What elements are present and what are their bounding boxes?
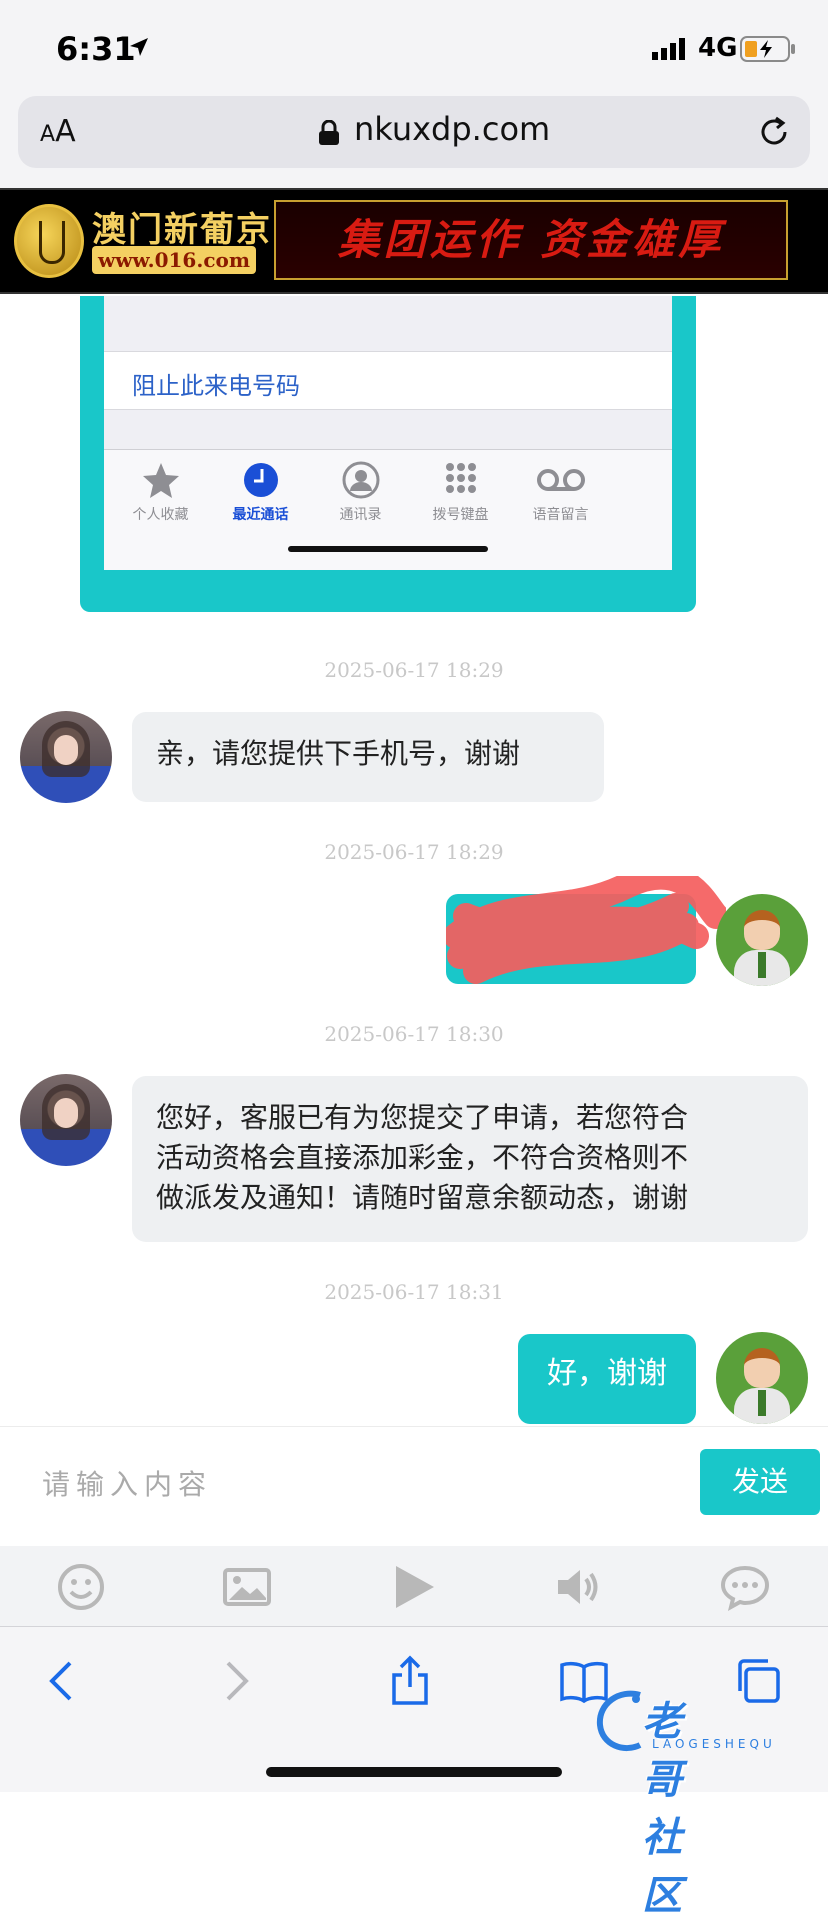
message-timestamp: 2025-06-17 18:31 xyxy=(324,1280,504,1304)
user-avatar[interactable] xyxy=(716,894,808,986)
screenshot-home-indicator xyxy=(288,546,488,552)
clock-icon xyxy=(243,463,278,497)
banner-slogan: 集团运作 资金雄厚 xyxy=(337,215,725,264)
star-icon xyxy=(142,463,179,498)
block-caller-row: 阻止此来电号码 xyxy=(104,352,672,410)
reload-icon[interactable] xyxy=(756,114,792,150)
url-text[interactable]: nkuxdp.com xyxy=(354,110,550,148)
screenshot-section-bg xyxy=(104,410,672,450)
screenshot-tab-label: 语音留言 xyxy=(532,507,589,523)
status-bar: 6:31 4G xyxy=(0,0,828,92)
message-text-line: 您好，客服已有为您提交了申请，若您符合 xyxy=(156,1101,689,1134)
agent-avatar[interactable] xyxy=(20,711,112,803)
address-bar[interactable]: AA nkuxdp.com xyxy=(18,96,810,168)
play-icon[interactable] xyxy=(388,1562,438,1612)
message-text: 亲，请您提供下手机号，谢谢 xyxy=(156,737,521,770)
network-type: 4G xyxy=(698,33,738,63)
chat-message-list[interactable]: 阻止此来电号码 个人收藏 最近通话 通讯录 拨号键盘 语音留言 2025-06-… xyxy=(0,296,828,1426)
cellular-signal-icon xyxy=(652,38,685,60)
agent-avatar[interactable] xyxy=(20,1074,112,1166)
screenshot-tab-contacts: 通讯录 xyxy=(304,460,417,524)
screenshot-tab-label: 个人收藏 xyxy=(132,507,189,523)
message-composer: 发送 xyxy=(0,1426,828,1546)
keypad-icon xyxy=(445,463,476,493)
screenshot-tab-voicemail: 语音留言 xyxy=(504,460,617,524)
screenshot-tab-label: 拨号键盘 xyxy=(432,507,489,523)
voicemail-icon xyxy=(536,469,585,491)
chat-toolbar xyxy=(0,1546,828,1626)
brand-logo xyxy=(14,204,84,278)
browser-address-area: AA nkuxdp.com xyxy=(0,92,828,188)
agent-message-bubble: 您好，客服已有为您提交了申请，若您符合 活动资格会直接添加彩金，不符合资格则不 … xyxy=(132,1076,808,1242)
watermark-subtext: LAOGESHEQU xyxy=(652,1737,776,1751)
forward-icon[interactable] xyxy=(210,1655,262,1707)
screenshot-tab-label: 最近通话 xyxy=(232,507,289,523)
message-text: 好，谢谢 xyxy=(547,1356,667,1391)
back-icon[interactable] xyxy=(36,1655,88,1707)
speaker-icon[interactable] xyxy=(554,1562,604,1612)
message-input[interactable] xyxy=(40,1467,560,1502)
message-timestamp: 2025-06-17 18:29 xyxy=(324,840,504,864)
user-avatar[interactable] xyxy=(716,1332,808,1424)
block-caller-label: 阻止此来电号码 xyxy=(132,372,300,400)
clock-time: 6:31 xyxy=(56,30,136,68)
banner-brand: 澳门新葡京 xyxy=(92,210,272,250)
share-icon[interactable] xyxy=(384,1655,436,1707)
user-message-bubble: 好，谢谢 xyxy=(518,1334,696,1424)
chat-icon[interactable] xyxy=(720,1562,770,1612)
agent-message-bubble: 亲，请您提供下手机号，谢谢 xyxy=(132,712,604,802)
battery-charging-icon xyxy=(740,36,795,62)
screenshot-tab-recents: 最近通话 xyxy=(204,460,317,524)
contacts-icon xyxy=(342,461,379,499)
banner-slogan-box: 集团运作 资金雄厚 xyxy=(274,200,788,280)
redaction-scribble xyxy=(446,876,726,984)
banner-website: www.016.com xyxy=(92,246,256,274)
message-text-line: 做派发及通知！请随时留意余额动态，谢谢 xyxy=(156,1181,689,1214)
lock-icon xyxy=(319,120,339,145)
image-icon[interactable] xyxy=(222,1562,272,1612)
banner-ad[interactable]: 澳门新葡京 www.016.com 集团运作 资金雄厚 xyxy=(0,188,828,294)
send-button[interactable]: 发送 xyxy=(700,1449,820,1515)
dragon-icon xyxy=(596,1690,642,1752)
tabs-icon[interactable] xyxy=(732,1655,784,1707)
screenshot-section-bg xyxy=(104,296,672,352)
browser-toolbar: 老哥社区 LAOGESHEQU xyxy=(0,1626,828,1919)
phone-screenshot: 阻止此来电号码 个人收藏 最近通话 通讯录 拨号键盘 语音留言 xyxy=(104,296,672,570)
message-text-line: 活动资格会直接添加彩金，不符合资格则不 xyxy=(156,1141,689,1174)
message-timestamp: 2025-06-17 18:30 xyxy=(324,1022,504,1046)
emoji-icon[interactable] xyxy=(56,1562,106,1612)
watermark-text: 老哥社区 xyxy=(642,1699,684,1919)
message-timestamp: 2025-06-17 18:29 xyxy=(324,658,504,682)
screenshot-tab-label: 通讯录 xyxy=(339,507,382,523)
text-size-button[interactable]: AA xyxy=(40,114,76,149)
screenshot-tab-keypad: 拨号键盘 xyxy=(404,460,517,524)
screenshot-tab-bar: 个人收藏 最近通话 通讯录 拨号键盘 语音留言 xyxy=(104,450,672,570)
location-arrow-icon xyxy=(130,38,148,56)
image-message[interactable]: 阻止此来电号码 个人收藏 最近通话 通讯录 拨号键盘 语音留言 xyxy=(80,296,696,612)
screenshot-tab-favorites: 个人收藏 xyxy=(104,460,217,524)
home-indicator xyxy=(266,1767,562,1777)
